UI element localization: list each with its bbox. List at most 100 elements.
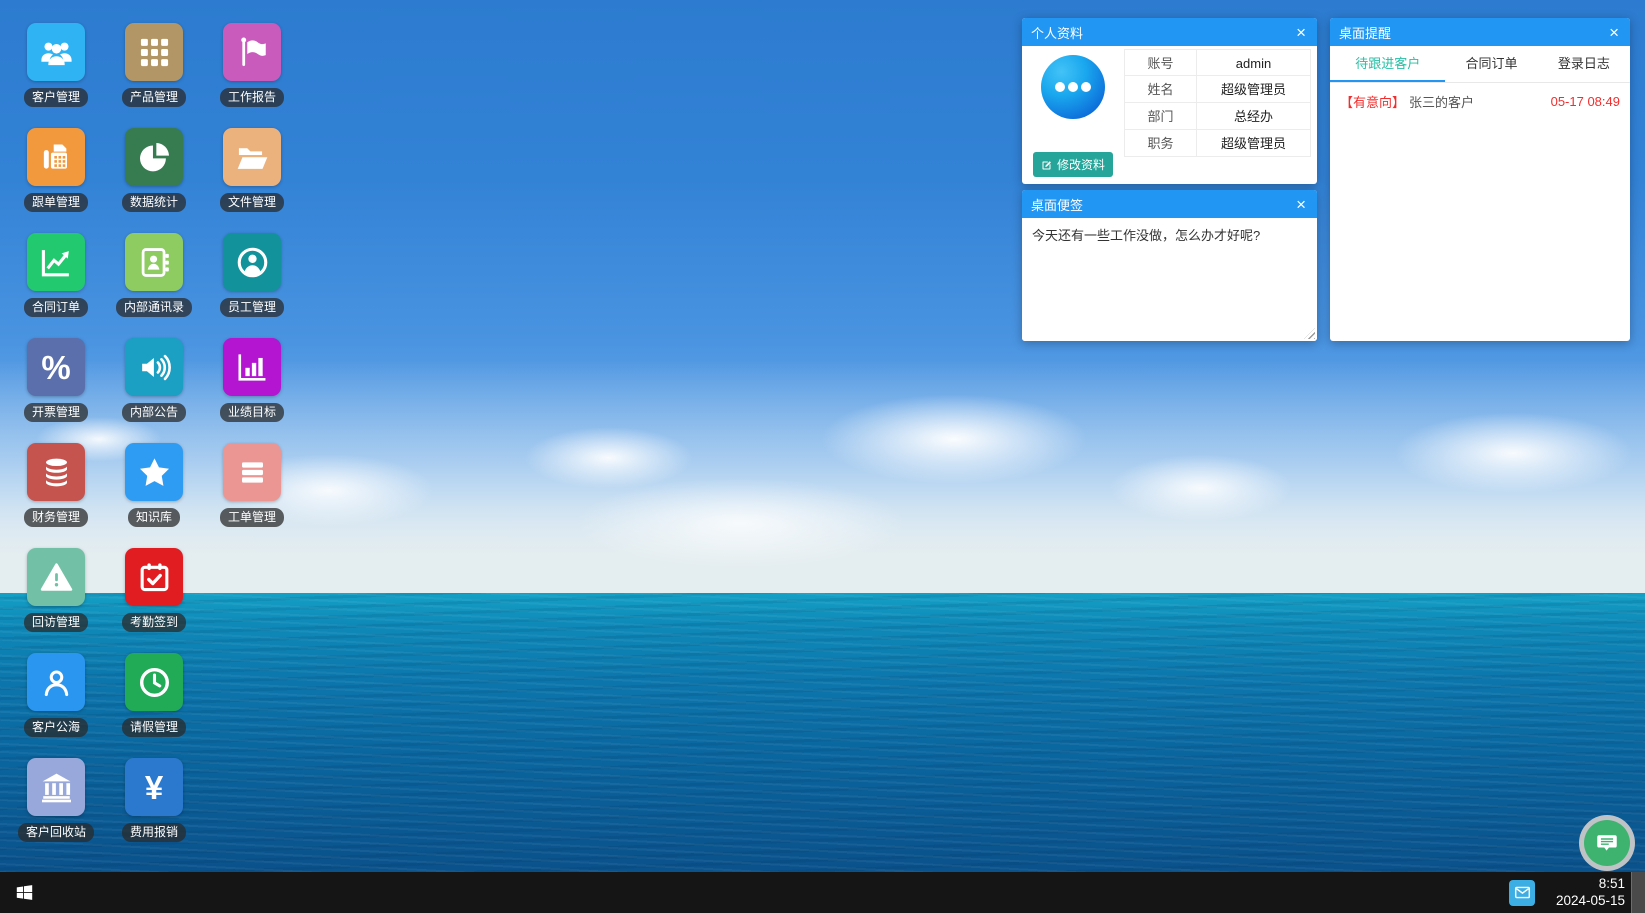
desktop-icon-label: 工单管理 xyxy=(220,508,284,527)
desktop-icon-label: 员工管理 xyxy=(220,298,284,317)
desktop-icon-label: 产品管理 xyxy=(122,88,186,107)
desktop-icon-label: 工作报告 xyxy=(220,88,284,107)
speaker-icon xyxy=(125,338,183,396)
desktop-icon-customer-mgmt[interactable]: 客户管理 xyxy=(7,23,105,107)
profile-field-label: 职务 xyxy=(1124,130,1196,157)
clock-icon xyxy=(125,653,183,711)
profile-field-row: 部门总经办 xyxy=(1124,103,1311,130)
desktop-icon-performance-target[interactable]: 业绩目标 xyxy=(203,338,301,422)
desktop-icon-leave-mgmt[interactable]: 请假管理 xyxy=(105,653,203,737)
chat-bubble-icon xyxy=(1584,820,1630,866)
profile-field-value: admin xyxy=(1196,49,1311,76)
folder-open-icon xyxy=(223,128,281,186)
profile-field-label: 部门 xyxy=(1124,103,1196,130)
avatar xyxy=(1041,55,1105,119)
desktop-icon-label: 开票管理 xyxy=(24,403,88,422)
profile-field-row: 姓名超级管理员 xyxy=(1124,76,1311,103)
desktop-icon-work-order-mgmt[interactable]: 工单管理 xyxy=(203,443,301,527)
list-icon xyxy=(223,443,281,501)
reminder-tab-登录日志[interactable]: 登录日志 xyxy=(1538,46,1630,82)
profile-field-value: 超级管理员 xyxy=(1196,76,1311,103)
user-circle-icon xyxy=(223,233,281,291)
desktop-icon-product-mgmt[interactable]: 产品管理 xyxy=(105,23,203,107)
profile-field-value: 超级管理员 xyxy=(1196,130,1311,157)
desktop-icon-revisit-mgmt[interactable]: 回访管理 xyxy=(7,548,105,632)
profile-field-row: 账号admin xyxy=(1124,49,1311,76)
reminder-tabs: 待跟进客户合同订单登录日志 xyxy=(1330,46,1630,83)
reminder-item-time: 05-17 08:49 xyxy=(1551,94,1620,109)
reminder-item-tag: 【有意向】 xyxy=(1340,92,1405,111)
desktop-icon-internal-notice[interactable]: 内部公告 xyxy=(105,338,203,422)
desktop-icon-work-report[interactable]: 工作报告 xyxy=(203,23,301,107)
desktop-icon-label: 合同订单 xyxy=(24,298,88,317)
reminder-panel: 桌面提醒 × 待跟进客户合同订单登录日志 【有意向】张三的客户05-17 08:… xyxy=(1330,18,1630,341)
users-icon xyxy=(27,23,85,81)
line-chart-icon xyxy=(27,233,85,291)
calendar-check-icon xyxy=(125,548,183,606)
desktop-icon-data-stats[interactable]: 数据统计 xyxy=(105,128,203,212)
bank-icon xyxy=(27,758,85,816)
desktop-icon-label: 请假管理 xyxy=(122,718,186,737)
desktop-icon-label: 回访管理 xyxy=(24,613,88,632)
desktop-icon-contract-order[interactable]: 合同订单 xyxy=(7,233,105,317)
user-outline-icon xyxy=(27,653,85,711)
close-icon[interactable]: × xyxy=(1607,24,1621,41)
profile-field-row: 职务超级管理员 xyxy=(1124,130,1311,157)
desktop-icon-label: 费用报销 xyxy=(122,823,186,842)
profile-panel-title: 个人资料 xyxy=(1031,23,1294,42)
reminder-item[interactable]: 【有意向】张三的客户05-17 08:49 xyxy=(1330,83,1630,120)
desktop-icon-label: 客户公海 xyxy=(24,718,88,737)
edit-profile-button[interactable]: 修改资料 xyxy=(1033,152,1113,177)
desktop-icon-label: 跟单管理 xyxy=(24,193,88,212)
profile-panel: 个人资料 × 修改资料 账号admin姓名超级管理员部门总经办职务超级管理员 xyxy=(1022,18,1317,184)
mail-button[interactable] xyxy=(1509,880,1535,906)
windows-logo-icon xyxy=(14,882,35,903)
desktop-icon-invoice-mgmt[interactable]: % 开票管理 xyxy=(7,338,105,422)
grid-icon xyxy=(125,23,183,81)
ocean-background xyxy=(0,593,1645,913)
chat-button[interactable] xyxy=(1579,815,1635,871)
desktop-icon-knowledge-base[interactable]: 知识库 xyxy=(105,443,203,527)
desktop-icon-file-mgmt[interactable]: 文件管理 xyxy=(203,128,301,212)
desktop-icon-customer-recycle-bin[interactable]: 客户回收站 xyxy=(7,758,105,842)
show-desktop-button[interactable] xyxy=(1631,872,1645,913)
reminder-tab-合同订单[interactable]: 合同订单 xyxy=(1445,46,1537,82)
taskbar-date: 2024-05-15 xyxy=(1547,893,1625,910)
reminder-item-text: 张三的客户 xyxy=(1409,92,1551,111)
percent-icon: % xyxy=(27,338,85,396)
close-icon[interactable]: × xyxy=(1294,196,1308,213)
profile-panel-header: 个人资料 × xyxy=(1022,18,1317,46)
desktop-icon-attendance-checkin[interactable]: 考勤签到 xyxy=(105,548,203,632)
desktop-icon-label: 文件管理 xyxy=(220,193,284,212)
fax-icon xyxy=(27,128,85,186)
close-icon[interactable]: × xyxy=(1294,24,1308,41)
profile-field-value: 总经办 xyxy=(1196,103,1311,130)
reminder-panel-header: 桌面提醒 × xyxy=(1330,18,1630,46)
edit-profile-label: 修改资料 xyxy=(1057,156,1105,173)
profile-field-label: 账号 xyxy=(1124,49,1196,76)
desktop-icon-label: 财务管理 xyxy=(24,508,88,527)
reminder-list: 【有意向】张三的客户05-17 08:49 xyxy=(1330,83,1630,120)
note-textarea[interactable]: 今天还有一些工作没做，怎么办才好呢? xyxy=(1022,218,1317,341)
taskbar-clock: 8:51 2024-05-15 xyxy=(1547,876,1625,910)
desktop-icon-expense-reimburse[interactable]: ¥ 费用报销 xyxy=(105,758,203,842)
yen-icon: ¥ xyxy=(125,758,183,816)
warning-icon xyxy=(27,548,85,606)
bar-chart-icon xyxy=(223,338,281,396)
desktop-icon-internal-contacts[interactable]: 内部通讯录 xyxy=(105,233,203,317)
flag-icon xyxy=(223,23,281,81)
pie-chart-icon xyxy=(125,128,183,186)
desktop-icon-label: 业绩目标 xyxy=(220,403,284,422)
taskbar-time: 8:51 xyxy=(1547,876,1625,893)
desktop-icon-finance-mgmt[interactable]: 财务管理 xyxy=(7,443,105,527)
reminder-tab-待跟进客户[interactable]: 待跟进客户 xyxy=(1330,46,1445,82)
desktop-icon-follow-up-mgmt[interactable]: 跟单管理 xyxy=(7,128,105,212)
note-panel-header: 桌面便签 × xyxy=(1022,190,1317,218)
system-tray: 8:51 2024-05-15 xyxy=(1509,872,1645,913)
profile-field-label: 姓名 xyxy=(1124,76,1196,103)
desktop-icon-employee-mgmt[interactable]: 员工管理 xyxy=(203,233,301,317)
desktop-icon-label: 数据统计 xyxy=(122,193,186,212)
start-button[interactable] xyxy=(0,872,48,913)
desktop-icon-customer-pool[interactable]: 客户公海 xyxy=(7,653,105,737)
note-panel: 桌面便签 × 今天还有一些工作没做，怎么办才好呢? xyxy=(1022,190,1317,341)
